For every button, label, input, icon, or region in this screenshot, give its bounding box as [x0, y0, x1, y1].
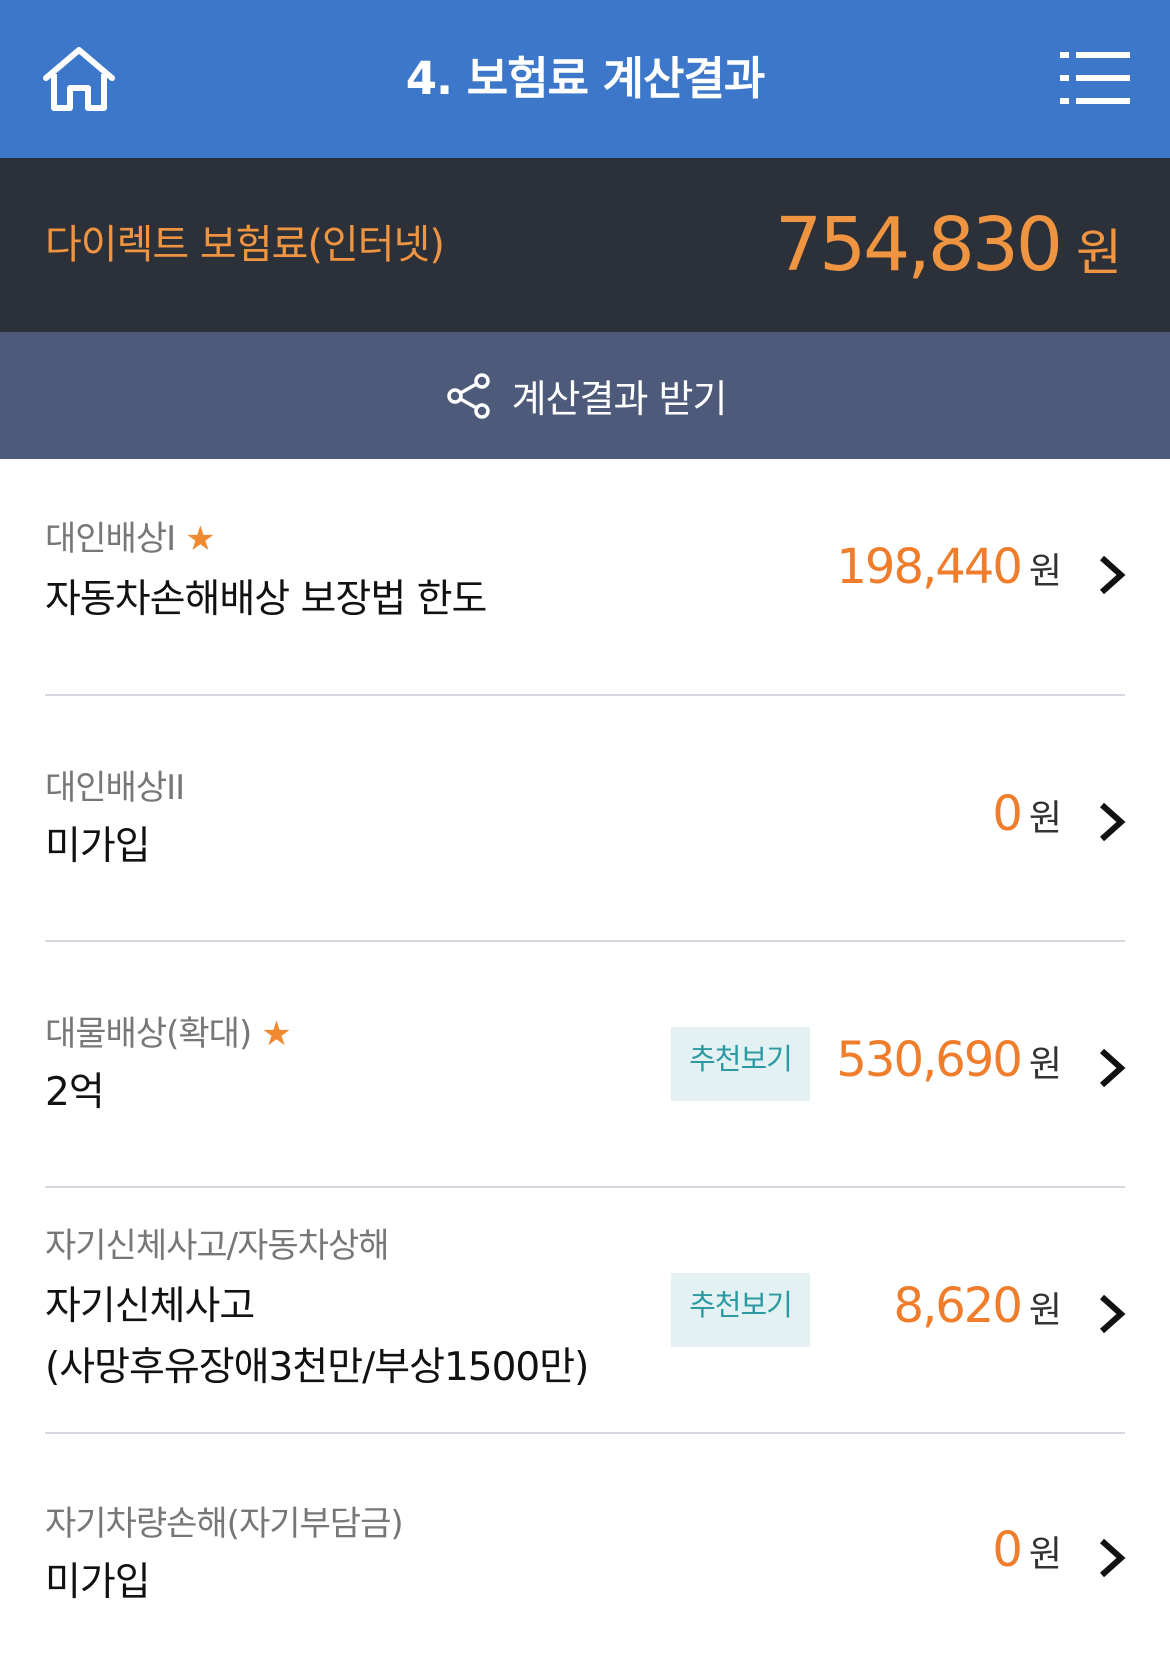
coverage-premium: 530,690 원 — [836, 1032, 1062, 1088]
coverage-value: 미가입 — [45, 1560, 151, 1605]
coverage-row-bodily-injury-2[interactable]: 대인배상II 미가입 0원 — [0, 696, 1170, 941]
premium-amount: 754,830 — [774, 202, 1063, 288]
coverage-row-own-vehicle[interactable]: 자기차량손해(자기부담금) 미가입 0원 — [0, 1434, 1170, 1667]
premium-label: 다이렉트 보험료(인터넷) — [45, 222, 445, 268]
coverage-category: 대인배상II — [45, 768, 185, 808]
recommend-button[interactable]: 추천보기 — [671, 1273, 810, 1347]
chevron-right-icon — [1099, 1294, 1126, 1334]
coverage-premium: 0원 — [992, 1522, 1062, 1578]
chevron-right-icon — [1099, 555, 1126, 595]
share-result-button[interactable]: 계산결과 받기 — [0, 332, 1170, 459]
coverage-premium: 8,620 원 — [893, 1278, 1062, 1334]
premium-total: 754,830 원 — [775, 158, 1122, 332]
share-icon — [446, 372, 490, 419]
recommend-button[interactable]: 추천보기 — [671, 1027, 810, 1101]
app-header: 4. 보험료 계산결과 — [0, 0, 1170, 158]
coverage-value: 자동차손해배상 보장법 한도 — [45, 577, 487, 622]
menu-button[interactable] — [1060, 50, 1130, 106]
chevron-right-icon — [1099, 1048, 1126, 1088]
home-button[interactable] — [40, 44, 118, 116]
home-icon — [43, 47, 115, 111]
chevron-right-icon — [1099, 1538, 1126, 1578]
menu-list-icon — [1060, 52, 1130, 104]
coverage-category: 자기신체사고/자동차상해 — [45, 1226, 390, 1266]
coverage-category: 자기차량손해(자기부담금) — [45, 1504, 404, 1544]
premium-summary: 다이렉트 보험료(인터넷) 754,830 원 — [0, 158, 1170, 332]
coverage-row-property-damage[interactable]: 대물배상(확대) ★ 2억 추천보기 530,690 원 — [0, 942, 1170, 1187]
share-label: 계산결과 받기 — [511, 377, 728, 421]
coverage-value: 미가입 — [45, 824, 151, 869]
required-star-icon: ★ — [261, 1014, 292, 1054]
coverage-premium: 198,440 원 — [836, 539, 1062, 595]
premium-unit: 원 — [1076, 224, 1122, 282]
coverage-row-bodily-injury-1[interactable]: 대인배상I ★ 자동차손해배상 보장법 한도 198,440 원 — [0, 459, 1170, 695]
required-star-icon: ★ — [185, 519, 216, 559]
coverage-category: 대물배상(확대) ★ — [45, 1014, 292, 1054]
coverage-premium: 0원 — [992, 786, 1062, 842]
page-title: 4. 보험료 계산결과 — [405, 52, 766, 105]
coverage-value: 2억 — [45, 1070, 105, 1115]
coverage-value-detail: (사망후유장애3천만/부상1500만) — [45, 1345, 589, 1390]
chevron-right-icon — [1099, 802, 1126, 842]
coverage-category: 대인배상I ★ — [45, 519, 216, 559]
coverage-value: 자기신체사고 — [45, 1284, 255, 1329]
coverage-row-personal-injury[interactable]: 자기신체사고/자동차상해 자기신체사고 (사망후유장애3천만/부상1500만) … — [0, 1188, 1170, 1433]
